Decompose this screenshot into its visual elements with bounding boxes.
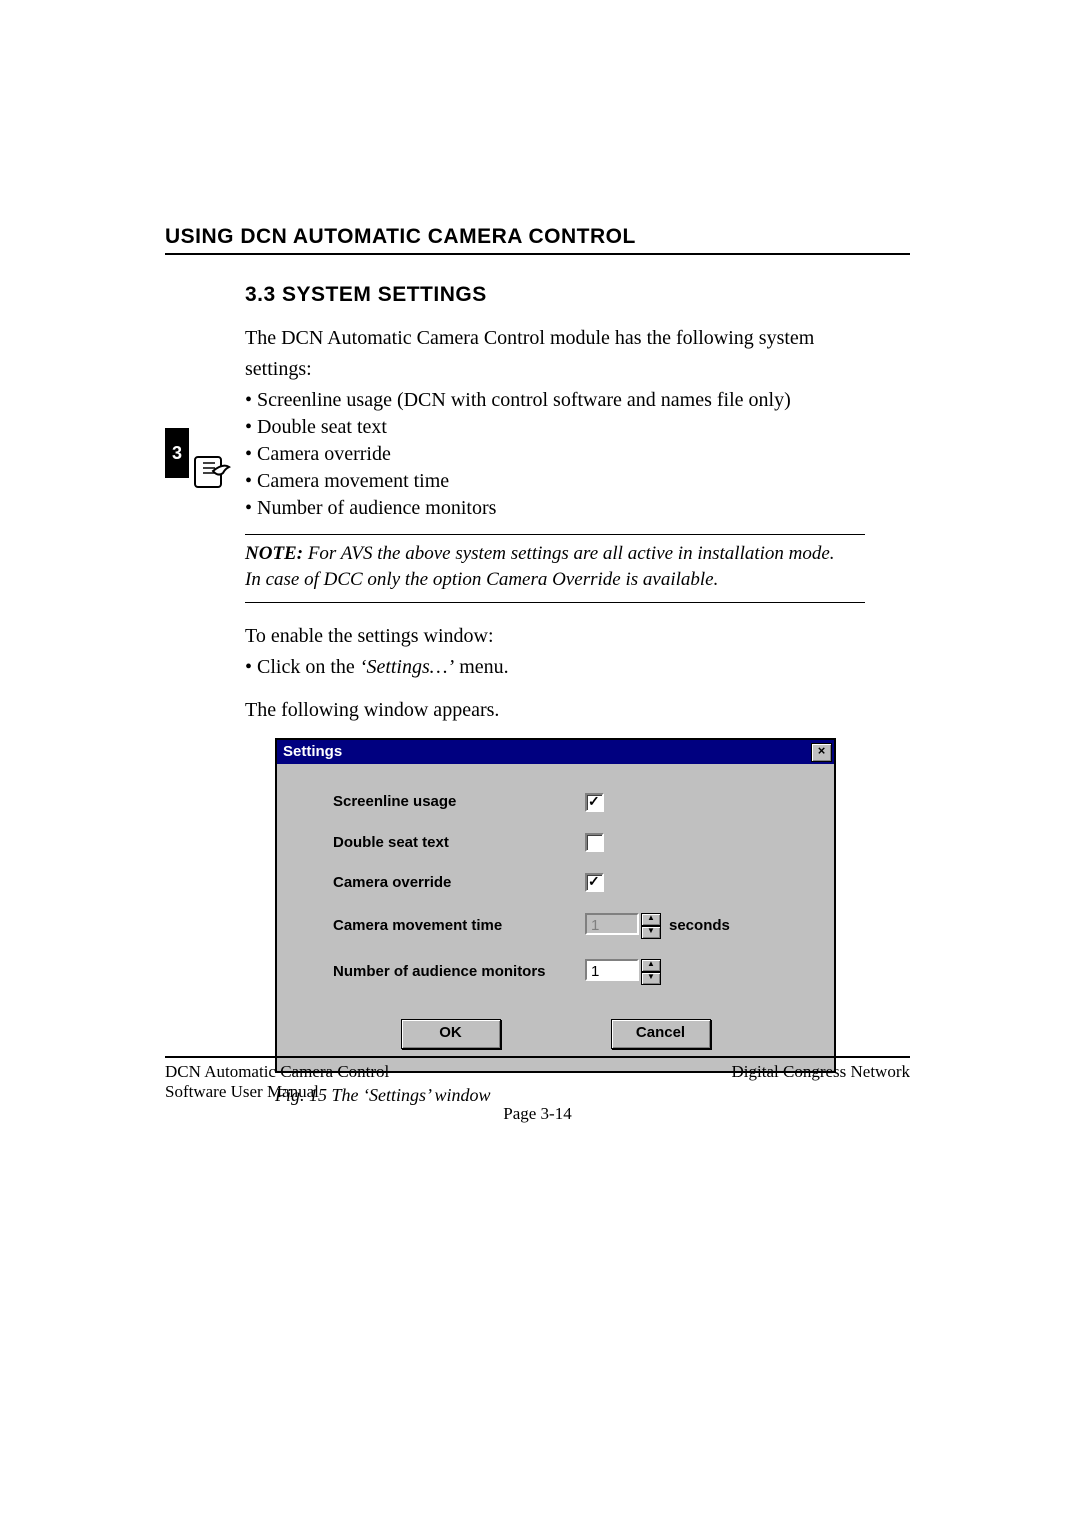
list-item: Camera override <box>245 441 865 468</box>
page-content: USING DCN AUTOMATIC CAMERA CONTROL 3.3 S… <box>165 225 910 1107</box>
footer-left-1: DCN Automatic Camera Control <box>165 1062 389 1082</box>
dialog-titlebar[interactable]: Settings × <box>277 740 834 764</box>
footer-left-2: Software User Manual <box>165 1082 319 1102</box>
running-head: USING DCN AUTOMATIC CAMERA CONTROL <box>165 225 910 255</box>
cancel-button[interactable]: Cancel <box>611 1019 711 1049</box>
list-item: Number of audience monitors <box>245 495 865 522</box>
intro-text: The DCN Automatic Camera Control module … <box>245 325 865 352</box>
close-icon[interactable]: × <box>811 743 832 762</box>
page-number: Page 3-14 <box>165 1104 910 1124</box>
intro-text-2: settings: <box>245 356 865 383</box>
camera-override-label: Camera override <box>333 873 585 893</box>
spinner-down-icon[interactable]: ▼ <box>641 972 661 985</box>
camera-movement-time-value[interactable]: 1 <box>585 913 639 935</box>
camera-movement-time-spinner[interactable]: 1 ▲ ▼ <box>585 913 661 939</box>
settings-dialog: Settings × Screenline usage Double seat … <box>275 738 836 1073</box>
note-label: NOTE: <box>245 543 303 564</box>
list-item: Double seat text <box>245 414 865 441</box>
screenline-usage-checkbox[interactable] <box>585 793 604 812</box>
double-seat-text-label: Double seat text <box>333 833 585 853</box>
appears-text: The following window appears. <box>245 697 865 724</box>
settings-dialog-figure: Settings × Screenline usage Double seat … <box>275 738 865 1073</box>
section-heading: 3.3 SYSTEM SETTINGS <box>245 283 910 307</box>
footer-right: Digital Congress Network <box>732 1062 910 1082</box>
spinner-down-icon[interactable]: ▼ <box>641 926 661 939</box>
settings-bullet-list: Screenline usage (DCN with control softw… <box>245 387 865 522</box>
audience-monitors-spinner[interactable]: 1 ▲ ▼ <box>585 959 661 985</box>
list-item: Click on the ‘Settings…’ menu. <box>245 654 865 681</box>
enable-text: To enable the settings window: <box>245 623 865 650</box>
audience-monitors-value[interactable]: 1 <box>585 959 639 981</box>
list-item: Camera movement time <box>245 468 865 495</box>
ok-button[interactable]: OK <box>401 1019 501 1049</box>
spinner-up-icon[interactable]: ▲ <box>641 959 661 972</box>
list-item: Screenline usage (DCN with control softw… <box>245 387 865 414</box>
page-footer: DCN Automatic Camera Control Digital Con… <box>165 1056 910 1124</box>
spinner-up-icon[interactable]: ▲ <box>641 913 661 926</box>
seconds-label: seconds <box>669 916 730 936</box>
camera-override-checkbox[interactable] <box>585 873 604 892</box>
dialog-title: Settings <box>283 742 342 762</box>
audience-monitors-label: Number of audience monitors <box>333 962 585 982</box>
camera-movement-time-label: Camera movement time <box>333 916 585 936</box>
note-text-1: For AVS the above system settings are al… <box>303 543 835 564</box>
note-block: NOTE: For AVS the above system settings … <box>245 535 865 594</box>
screenline-usage-label: Screenline usage <box>333 792 585 812</box>
note-text-2: In case of DCC only the option Camera Ov… <box>245 569 718 590</box>
double-seat-text-checkbox[interactable] <box>585 833 604 852</box>
